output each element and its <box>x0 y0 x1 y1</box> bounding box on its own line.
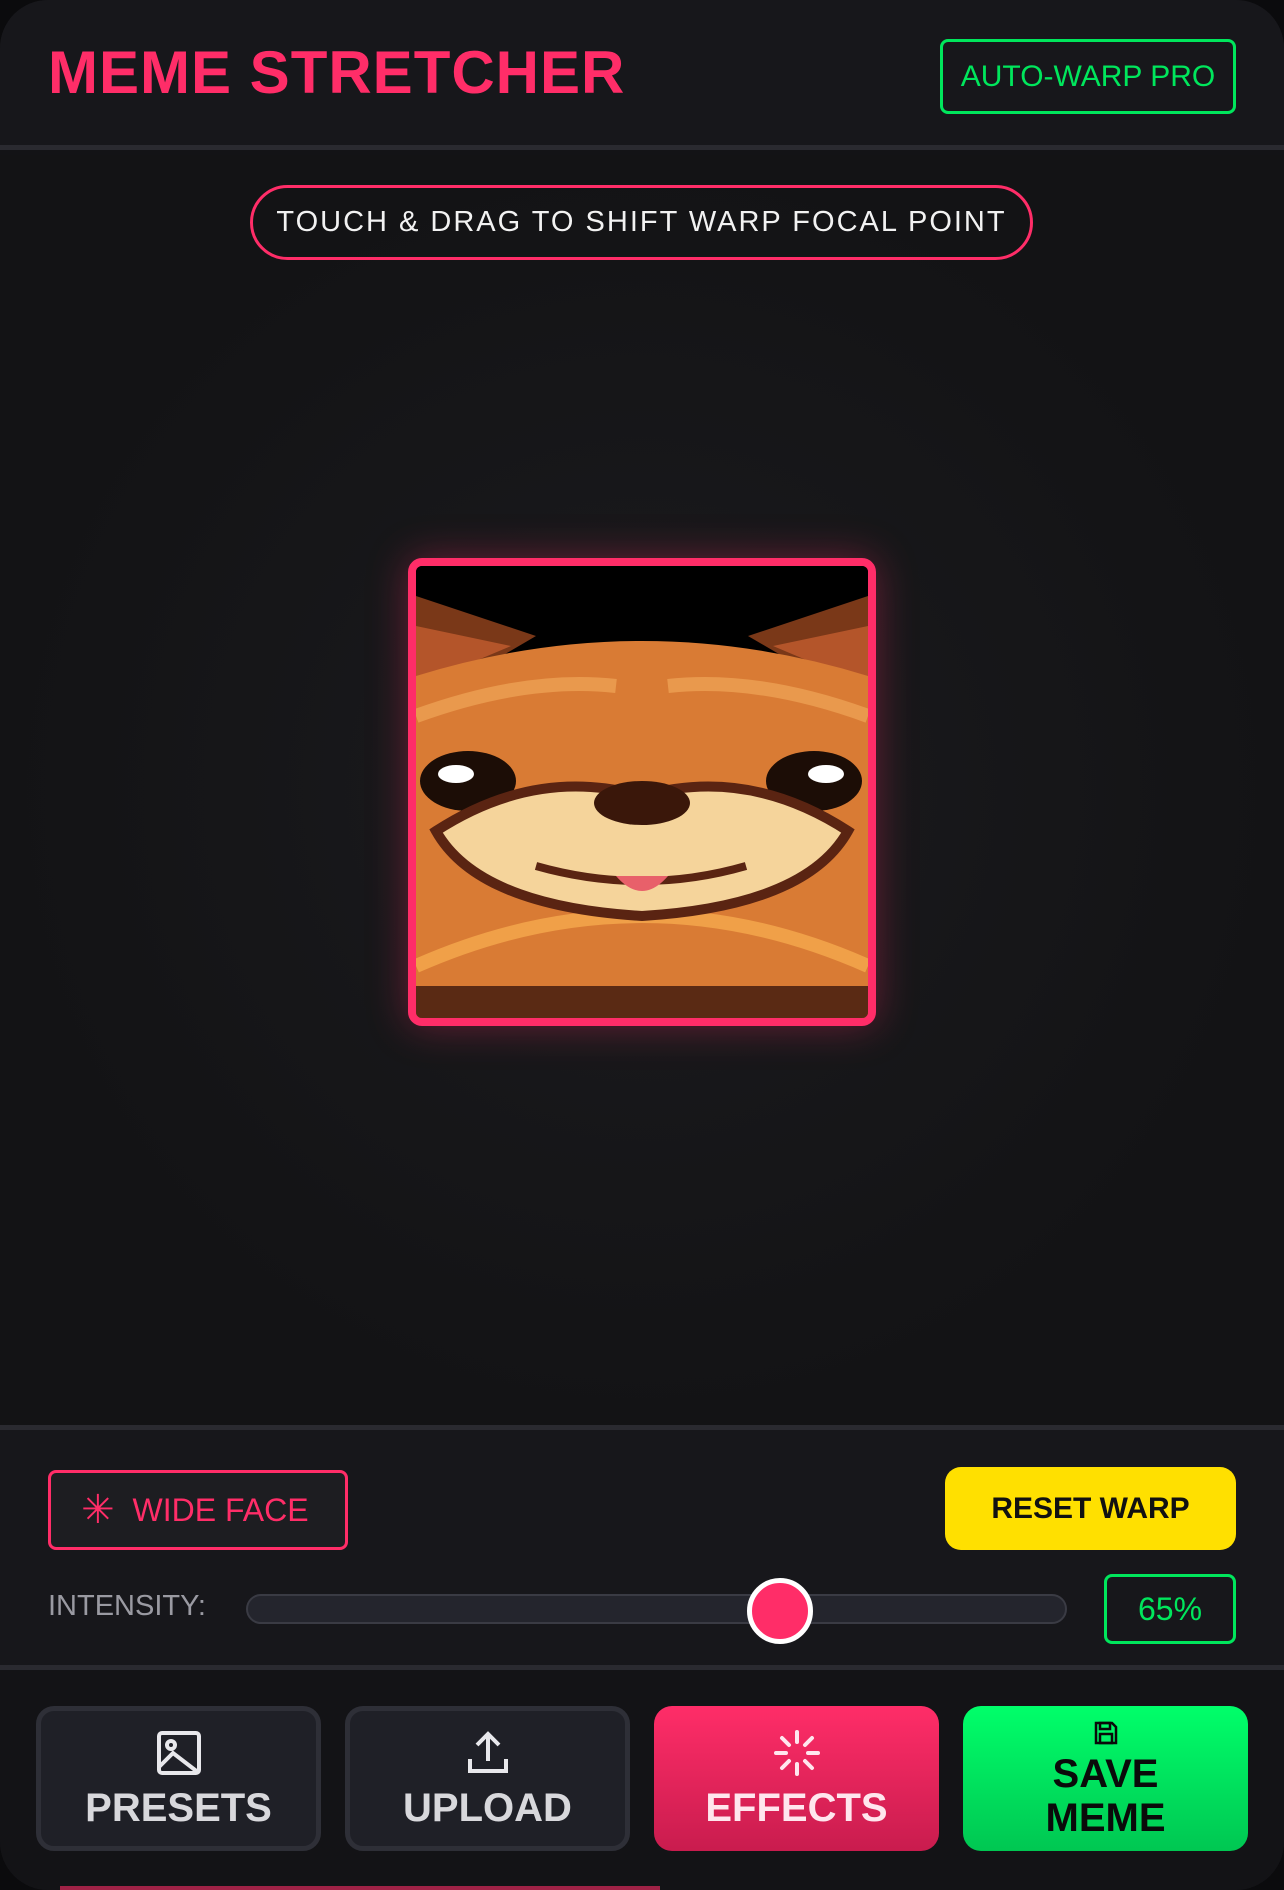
upload-icon <box>464 1726 512 1780</box>
presets-label: PRESETS <box>85 1786 272 1830</box>
asterisk-icon: ✳ <box>81 1488 115 1532</box>
save-label: SAVE MEME <box>1045 1751 1166 1840</box>
intensity-label: INTENSITY: <box>48 1590 206 1622</box>
intensity-slider-thumb[interactable] <box>746 1578 813 1644</box>
drag-hint: TOUCH & DRAG TO SHIFT WARP FOCAL POINT <box>250 185 1033 260</box>
presets-button[interactable]: PRESETS <box>36 1706 321 1851</box>
mode-label: WIDE FACE <box>132 1491 309 1528</box>
warp-canvas[interactable]: TOUCH & DRAG TO SHIFT WARP FOCAL POINT <box>0 155 1284 1425</box>
floppy-icon <box>1093 1718 1119 1748</box>
image-icon <box>155 1726 203 1780</box>
sparkle-icon <box>772 1726 822 1780</box>
app-title: MEME STRETCHER <box>48 39 626 106</box>
nose <box>594 781 690 825</box>
save-meme-button[interactable]: SAVE MEME <box>963 1706 1248 1851</box>
shiba-face-image <box>416 566 868 1018</box>
bottom-nav: PRESETS UPLOAD EFFECTS SAVE MEME <box>0 1670 1284 1890</box>
bottom-accent-line <box>60 1886 660 1890</box>
app-window: MEME STRETCHER AUTO-WARP PRO TOUCH & DRA… <box>0 0 1284 1890</box>
auto-warp-pro-button[interactable]: AUTO-WARP PRO <box>940 39 1236 114</box>
intensity-slider-track[interactable] <box>246 1594 1067 1624</box>
warp-controls: ✳ WIDE FACE RESET WARP INTENSITY: 65% <box>0 1425 1284 1670</box>
header: MEME STRETCHER AUTO-WARP PRO <box>0 0 1284 150</box>
intensity-value: 65% <box>1104 1574 1236 1644</box>
upload-label: UPLOAD <box>403 1786 572 1830</box>
effects-button[interactable]: EFFECTS <box>654 1706 939 1851</box>
wide-face-mode-button[interactable]: ✳ WIDE FACE <box>48 1470 348 1550</box>
reset-warp-button[interactable]: RESET WARP <box>945 1467 1236 1550</box>
meme-image[interactable] <box>408 558 876 1026</box>
upload-button[interactable]: UPLOAD <box>345 1706 630 1851</box>
effects-label: EFFECTS <box>705 1786 888 1830</box>
